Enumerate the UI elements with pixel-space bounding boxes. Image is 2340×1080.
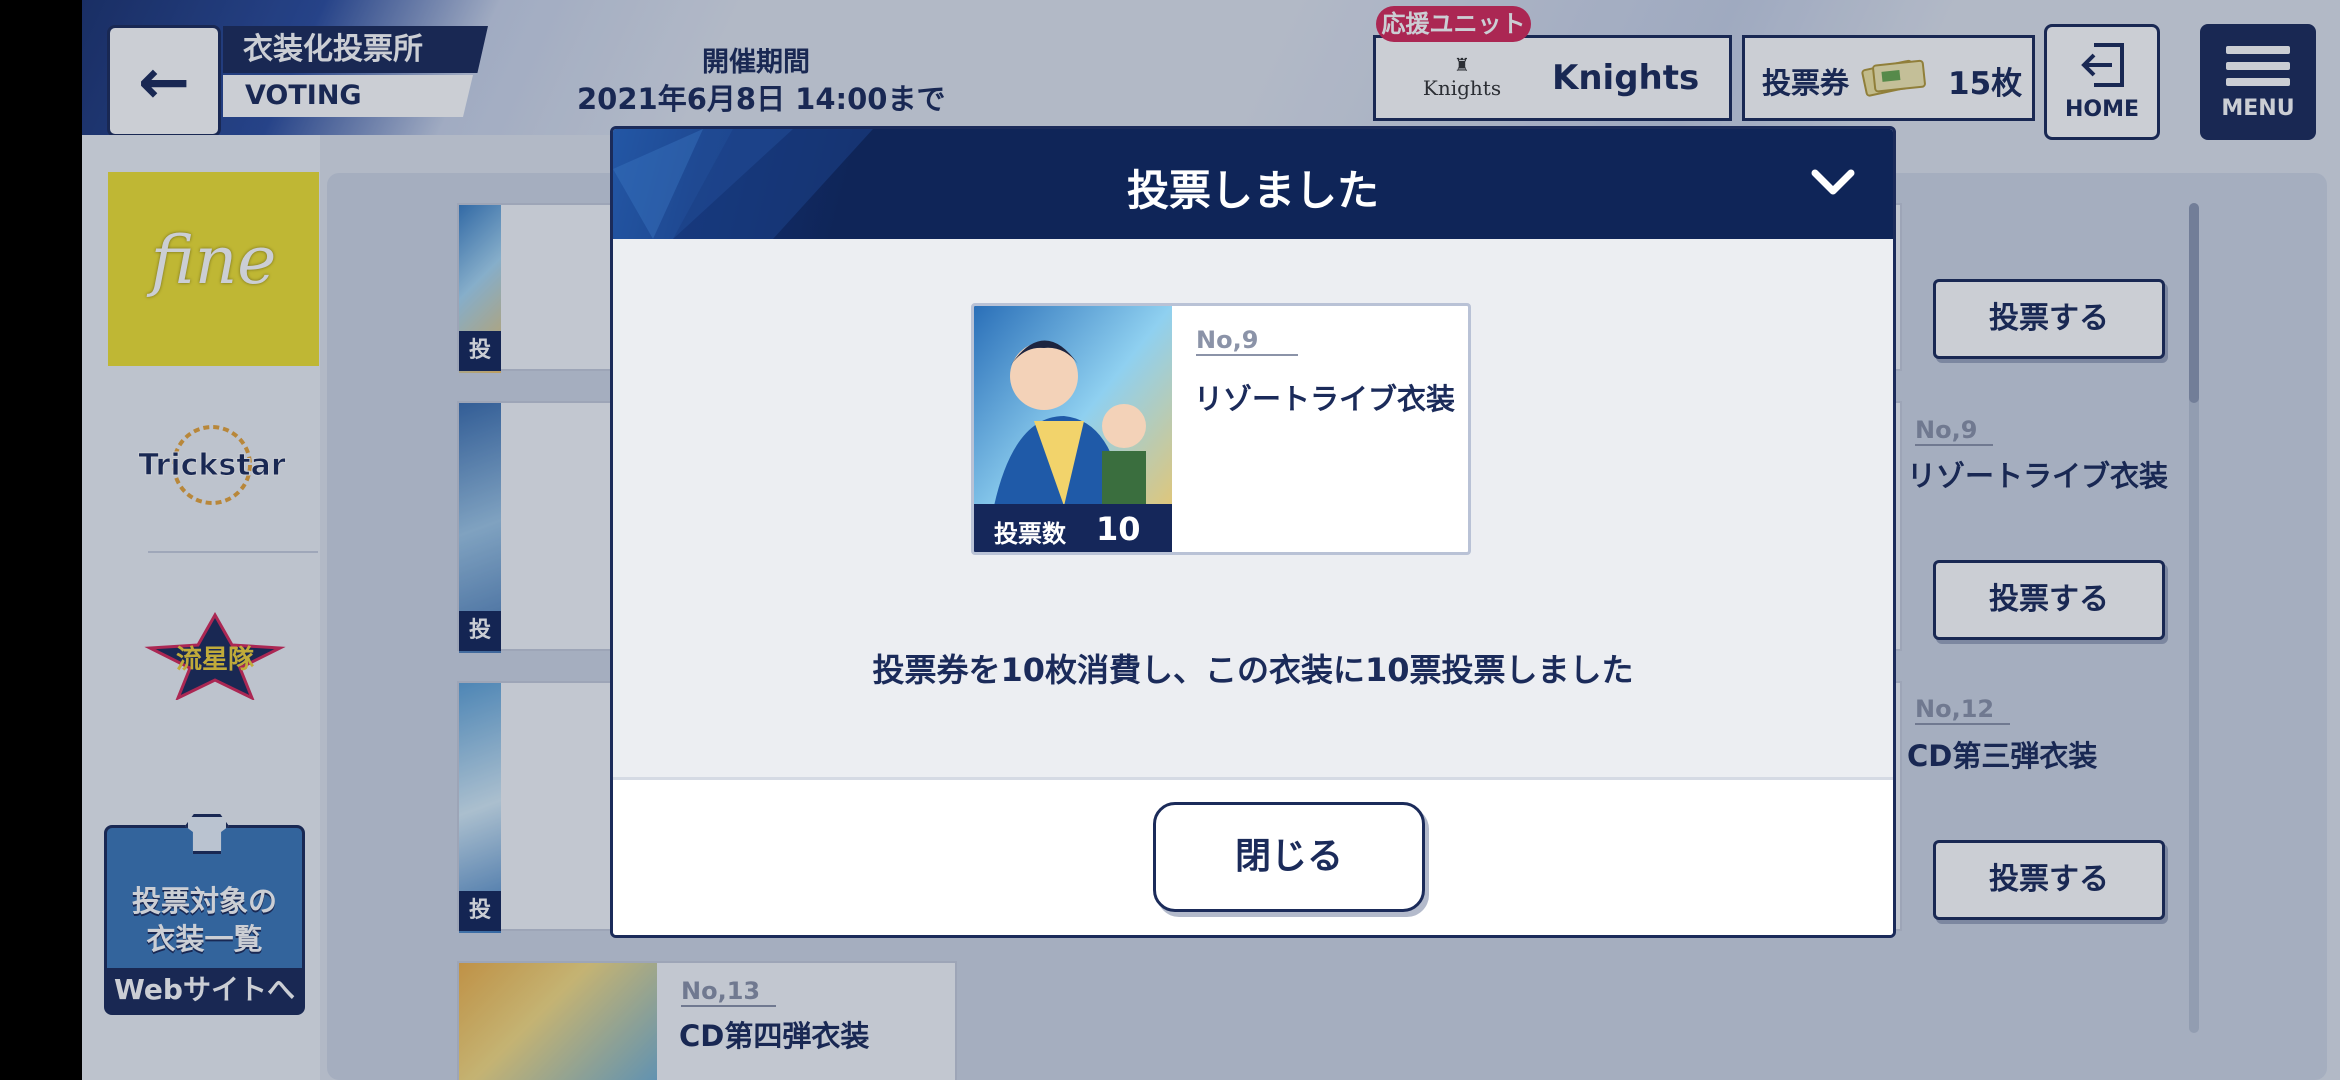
close-button[interactable]: 閉じる — [1153, 802, 1425, 912]
dialog-footer: 閉じる — [613, 777, 1893, 935]
dialog-title: 投票しました — [1126, 166, 1379, 215]
dialog-body: 投票数 10 No,9 リゾートライブ衣装 投票券を10枚消費し、この衣装に10… — [613, 239, 1893, 779]
costume-number: No,9 — [1196, 326, 1299, 356]
vote-count-label: 投票数 — [994, 520, 1066, 548]
voted-costume-card: 投票数 10 No,9 リゾートライブ衣装 — [971, 303, 1471, 555]
app-stage: ← 衣装化投票所 VOTING 開催期間 2021年6月8日 14:00まで 応… — [0, 0, 2340, 1080]
chevron-down-icon[interactable] — [1809, 163, 1857, 203]
vote-result-message: 投票券を10枚消費し、この衣装に10票投票しました — [872, 651, 1634, 689]
voting-screen: ← 衣装化投票所 VOTING 開催期間 2021年6月8日 14:00まで 応… — [82, 0, 2340, 1080]
costume-name: リゾートライブ衣装 — [1194, 382, 1456, 416]
vote-count-bar: 投票数 10 — [974, 504, 1172, 552]
vote-count-value: 10 — [1096, 510, 1141, 548]
dialog-header: 投票しました — [613, 129, 1893, 239]
vote-complete-dialog: 投票しました 投票数 10 No,9 リゾートライブ衣装 投票券を10枚消費し、… — [610, 126, 1896, 938]
